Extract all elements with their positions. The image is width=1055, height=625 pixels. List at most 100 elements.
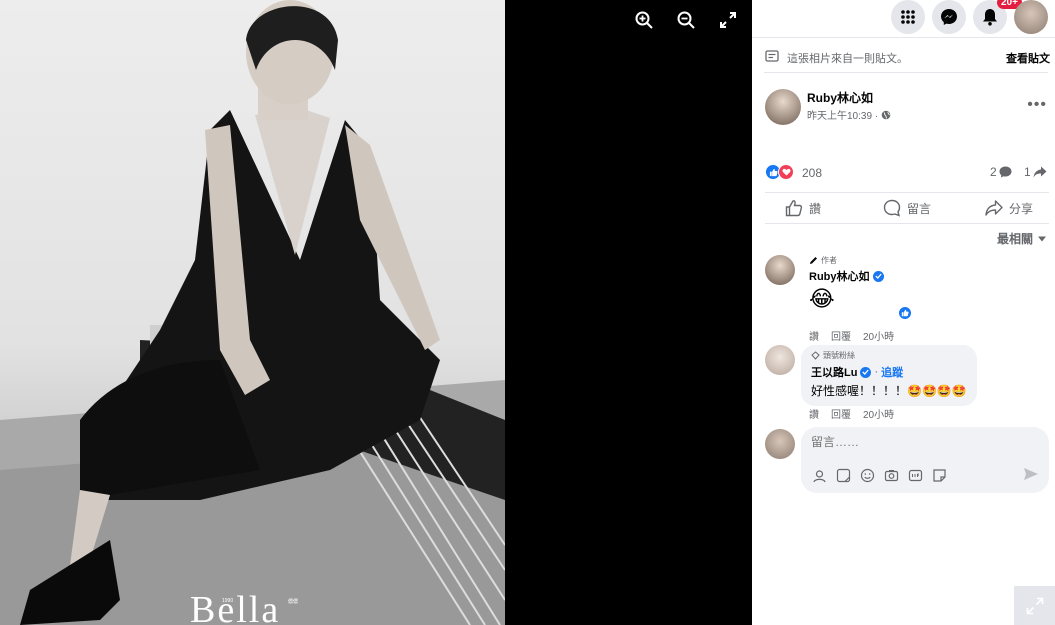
share-icon (985, 200, 1003, 216)
post-panel: 20+ 這張相片來自一則貼文。 查看貼文 Ruby林心如 昨天上午10:39 ·… (752, 0, 1055, 625)
comment-time[interactable]: 20小時 (863, 328, 894, 343)
emoji-button[interactable] (859, 467, 875, 483)
share-count[interactable]: 1 (1024, 165, 1047, 179)
comment-sort-dropdown[interactable]: 最相關 (997, 230, 1047, 247)
composer-tools (811, 467, 947, 483)
brand-logo: Bella (190, 589, 281, 625)
gif-button[interactable] (907, 467, 923, 483)
author-tag: 作者 (809, 255, 884, 266)
avatar-sticker-icon (812, 469, 826, 482)
like-button[interactable]: 讚 (785, 199, 821, 217)
author-tag-label: 作者 (821, 256, 837, 265)
photo-button[interactable] (883, 467, 899, 483)
messenger-icon (941, 9, 957, 25)
post-header: Ruby林心如 昨天上午10:39 · ••• (765, 86, 1049, 128)
verified-badge-icon (872, 270, 884, 282)
comment-meta: 讚 回覆 20小時 (809, 328, 894, 343)
gif-icon (908, 469, 922, 481)
comment-count[interactable]: 2 (990, 165, 1012, 179)
comment-bubble: 頭號粉絲 王以路Lu · 追蹤 好性感喔！！！！🤩🤩🤩🤩 (801, 345, 977, 406)
globe-icon (881, 110, 891, 120)
fullscreen-button[interactable] (714, 8, 742, 32)
comment-button[interactable]: 留言 (883, 199, 931, 217)
send-button[interactable] (1023, 467, 1039, 486)
comment-label: 留言 (907, 201, 932, 216)
comment-icon (883, 199, 901, 217)
thumbs-up-icon (785, 200, 803, 217)
send-icon (1024, 468, 1038, 480)
share-label: 分享 (1009, 201, 1034, 216)
menu-button[interactable] (891, 0, 925, 34)
top-fan-label: 頭號粉絲 (823, 351, 855, 360)
comment-count-value: 2 (990, 165, 997, 179)
comment-input[interactable] (811, 435, 1031, 449)
diamond-icon (811, 351, 820, 360)
view-post-link[interactable]: 查看貼文 (1006, 50, 1050, 66)
viewer-toolbar (630, 8, 742, 32)
comment-composer (765, 427, 1049, 493)
comment-emoji: 😂 (809, 286, 835, 311)
follow-link[interactable]: 追蹤 (881, 364, 903, 380)
sticker-pack-icon (932, 468, 946, 482)
author-avatar[interactable] (765, 89, 801, 125)
camera-icon (884, 469, 898, 481)
commenter-name[interactable]: Ruby林心如 (809, 268, 884, 284)
verified-badge-icon (860, 366, 872, 378)
love-reaction-icon (778, 164, 794, 180)
top-navigation: 20+ (752, 0, 1055, 38)
commenter-avatar[interactable] (765, 255, 795, 285)
comment-like-reaction-icon[interactable] (897, 305, 913, 321)
comment-input-box (801, 427, 1049, 493)
like-label: 讚 (809, 201, 822, 216)
brand-small-right: 儂儂 (288, 599, 299, 605)
share-button[interactable]: 分享 (985, 199, 1033, 217)
share-count-value: 1 (1024, 165, 1031, 179)
comment-like-link[interactable]: 讚 (809, 328, 819, 343)
post-timestamp[interactable]: 昨天上午10:39 · (807, 107, 891, 122)
zoom-out-button[interactable] (672, 8, 700, 32)
share-arrow-icon (1033, 166, 1047, 178)
fullscreen-icon (720, 12, 736, 28)
messenger-button[interactable] (932, 0, 966, 34)
comment-reply-link[interactable]: 回覆 (831, 328, 851, 343)
account-avatar[interactable] (1014, 0, 1048, 34)
comment-item: 頭號粉絲 王以路Lu · 追蹤 好性感喔！！！！🤩🤩🤩🤩 讚 回覆 20小時 (765, 345, 1049, 423)
author-name[interactable]: Ruby林心如 (807, 89, 873, 106)
divider (764, 72, 1048, 73)
more-options-button[interactable]: ••• (1027, 96, 1047, 114)
comment-body: 頭號粉絲 王以路Lu · 追蹤 好性感喔！！！！🤩🤩🤩🤩 (801, 345, 977, 406)
sticker-pack-button[interactable] (931, 467, 947, 483)
post-photo[interactable]: 1990 Bella 儂儂 (0, 0, 505, 625)
comment-reply-link[interactable]: 回覆 (831, 406, 851, 421)
comment-text: 好性感喔！！！！🤩🤩🤩🤩 (811, 384, 967, 398)
expand-icon (1026, 597, 1043, 614)
smiley-icon (860, 468, 874, 482)
commenter-name-text[interactable]: 王以路Lu (811, 364, 857, 380)
comment-time[interactable]: 20小時 (863, 406, 894, 421)
sticker-button[interactable] (835, 467, 851, 483)
caret-down-icon (1038, 236, 1046, 241)
comment-body: 作者 Ruby林心如 😂 (809, 255, 884, 312)
pencil-icon (810, 257, 817, 264)
comment-bubble-icon (999, 166, 1012, 178)
photo-illustration (0, 0, 505, 625)
commenter-name-text: Ruby林心如 (809, 271, 870, 283)
photo-source-row: 這張相片來自一則貼文。 查看貼文 (765, 48, 1050, 66)
grid-icon (901, 10, 915, 24)
comment-like-link[interactable]: 讚 (809, 406, 819, 421)
zoom-in-icon (635, 11, 653, 29)
reaction-count[interactable]: 208 (802, 166, 822, 180)
my-avatar[interactable] (765, 429, 795, 459)
commenter-name: 王以路Lu · 追蹤 (811, 364, 904, 380)
avatar-sticker-button[interactable] (811, 467, 827, 483)
commenter-avatar[interactable] (765, 345, 795, 375)
zoom-in-button[interactable] (630, 8, 658, 32)
photo-source-text: 這張相片來自一則貼文。 (787, 53, 908, 65)
comment-item: 作者 Ruby林心如 😂 讚 回覆 20小時 (765, 255, 1049, 345)
post-icon (765, 50, 779, 62)
post-time-text: 昨天上午10:39 · (807, 111, 879, 122)
top-fan-tag: 頭號粉絲 (811, 350, 967, 361)
reaction-icons[interactable] (765, 164, 794, 180)
expand-view-button[interactable] (1014, 586, 1055, 625)
post-actions: 讚 留言 分享 (765, 192, 1049, 224)
